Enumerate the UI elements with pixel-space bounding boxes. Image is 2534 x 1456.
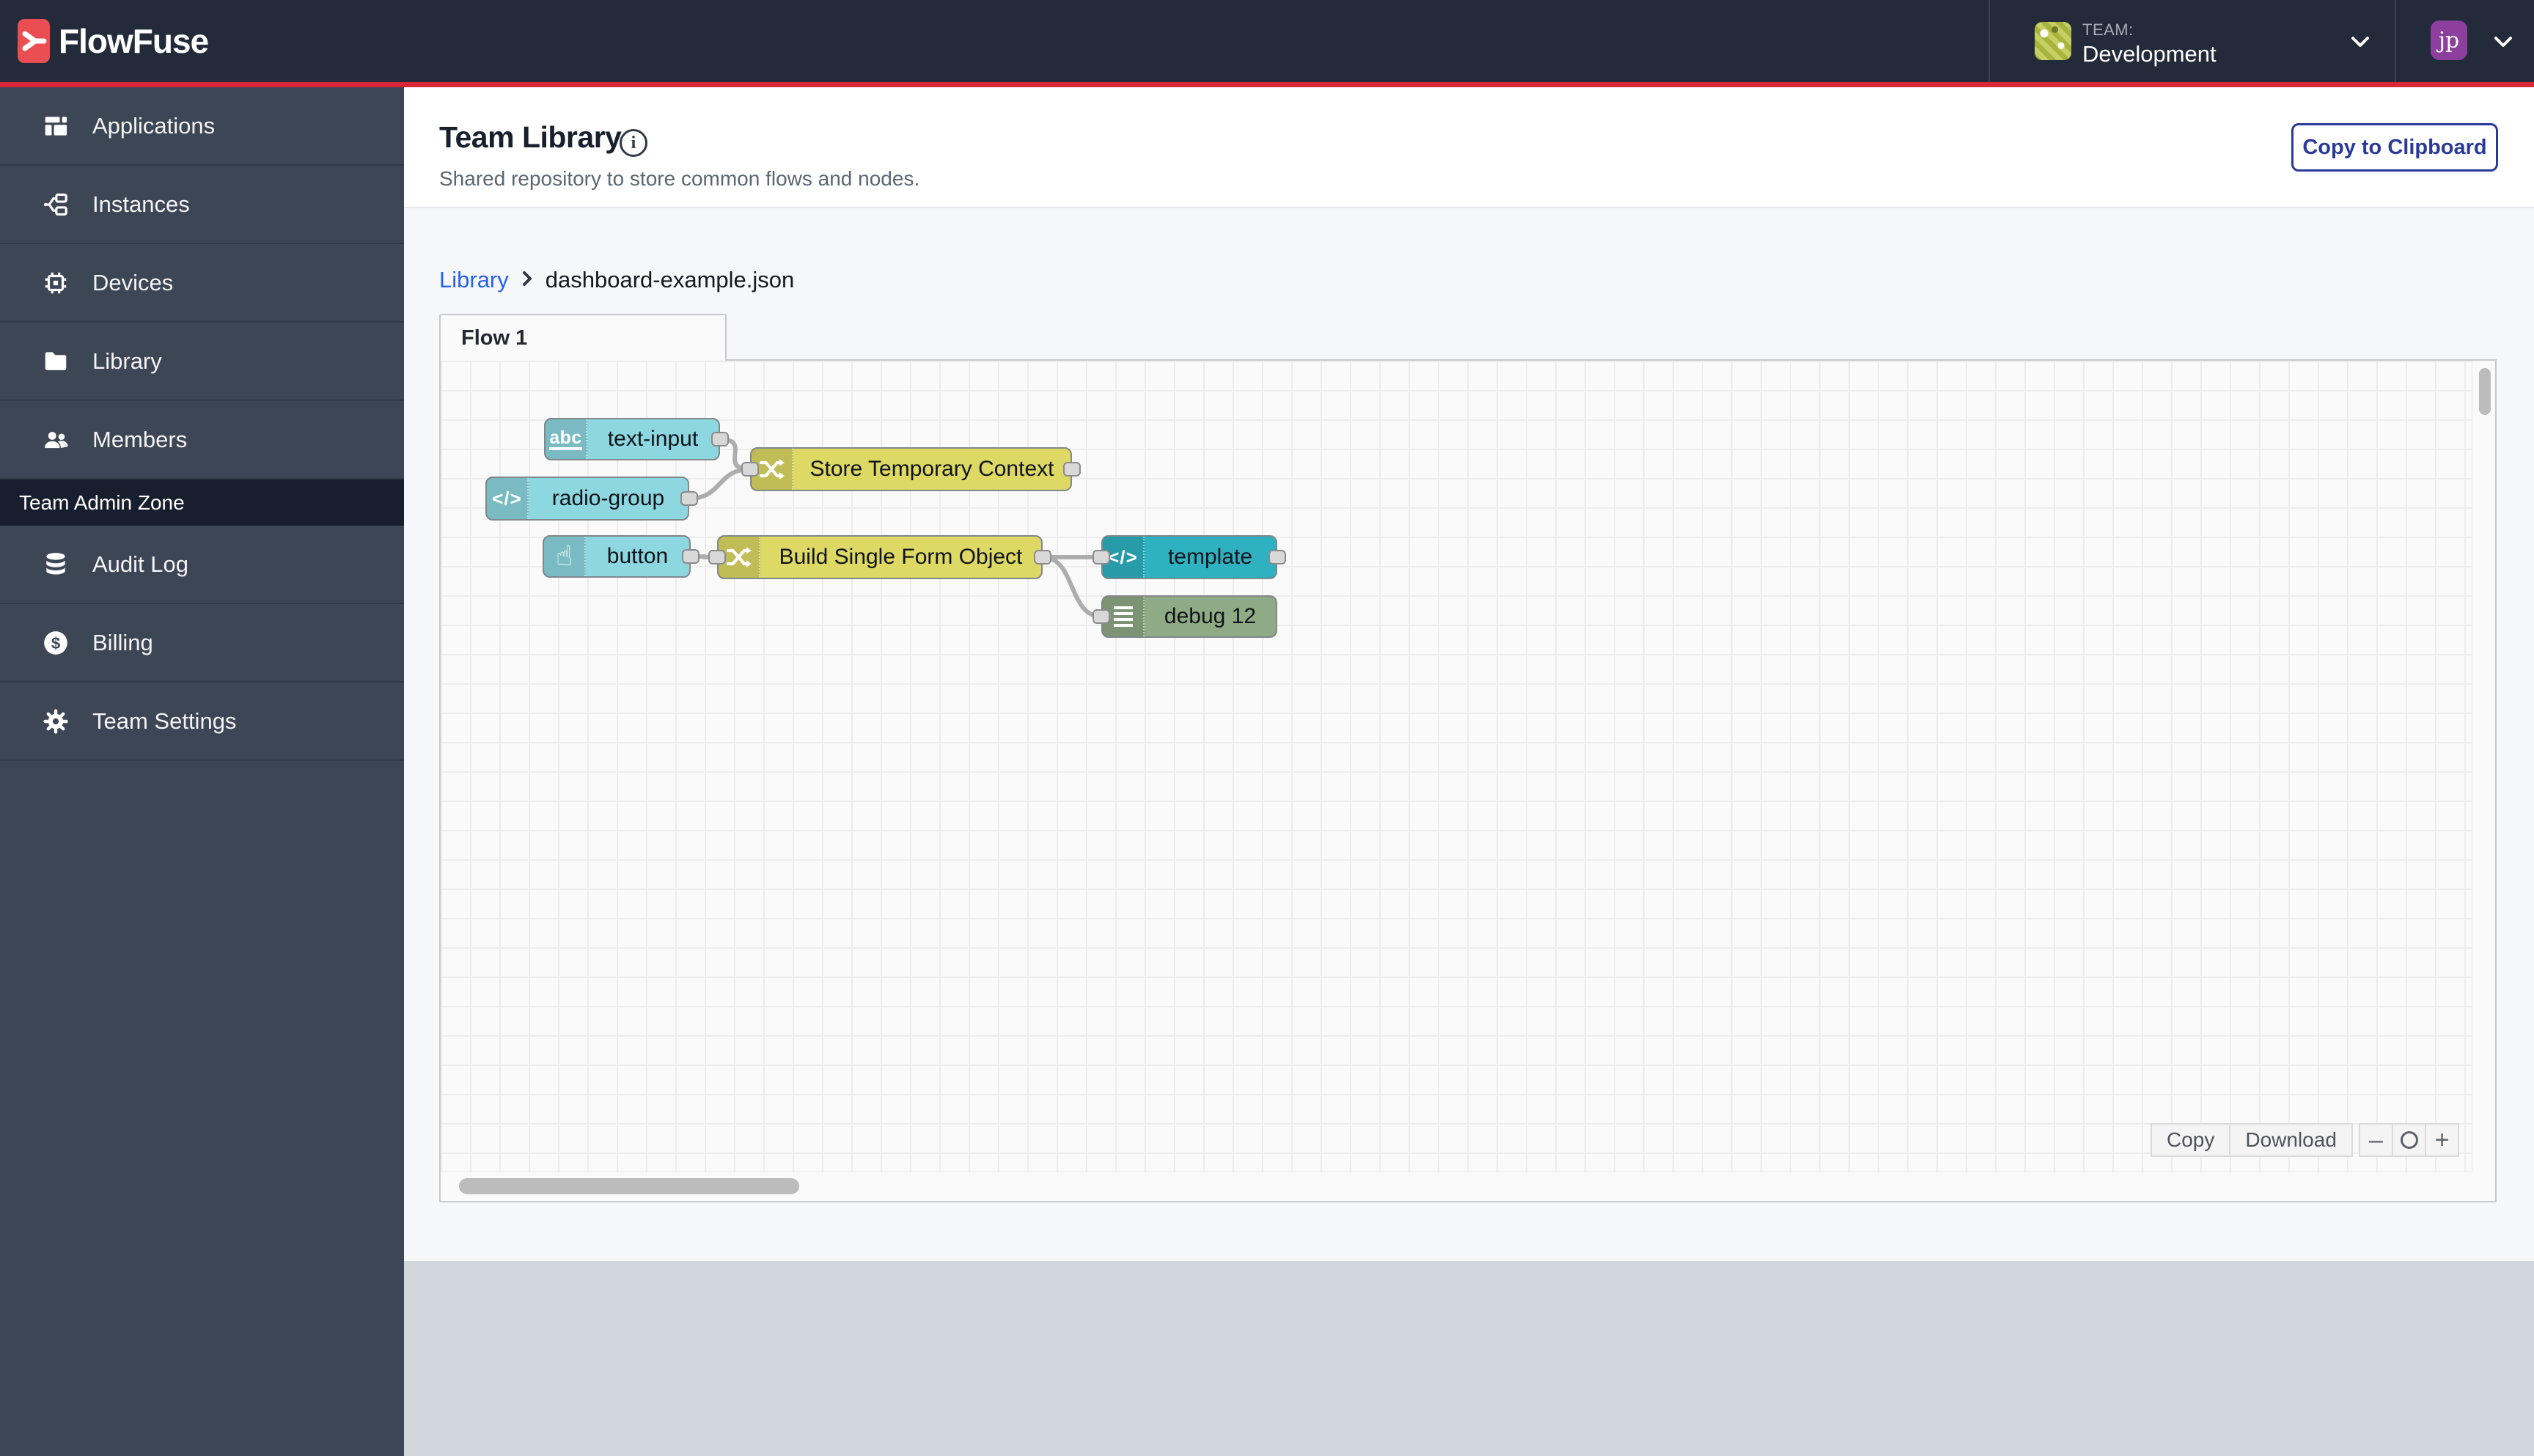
audit-log-icon: [41, 550, 70, 579]
members-icon: [41, 425, 70, 455]
node-port-out: [711, 432, 729, 446]
node-port-in: [708, 550, 726, 565]
zoom-reset-button[interactable]: [2392, 1123, 2426, 1157]
flow-node-build-single-form-object[interactable]: Build Single Form Object: [708, 535, 1051, 579]
scrollbar-corner: [2472, 1172, 2495, 1201]
team-name: Development: [2082, 41, 2217, 67]
flow-node-label: template: [1167, 545, 1253, 569]
node-port-out: [682, 549, 699, 564]
page: FlowFuse TEAM: Development jp Applicatio…: [0, 0, 2534, 1456]
sidebar-item-label: Devices: [92, 269, 174, 295]
page-subtitle: Shared repository to store common flows …: [439, 167, 920, 190]
tab-flow-1[interactable]: Flow 1: [439, 314, 727, 361]
page-title: Team Library: [439, 120, 622, 154]
user-menu[interactable]: jp: [2395, 0, 2534, 82]
chevron-down-icon: [2350, 35, 2370, 52]
horizontal-scrollbar-thumb[interactable]: [459, 1178, 799, 1194]
flow-node-label: radio-group: [551, 486, 665, 510]
billing-icon: $: [41, 628, 70, 658]
sidebar-admin-items: Audit Log $ Billing Team Settings: [0, 526, 404, 761]
node-port-out: [680, 491, 698, 506]
flow-canvas[interactable]: abc text-input </> radio-group Store Tempora…: [439, 359, 2497, 1202]
pointer-icon: ☝: [544, 537, 586, 576]
zoom-in-button[interactable]: +: [2425, 1123, 2459, 1157]
svg-text:$: $: [51, 634, 61, 652]
canvas-zoom-controls: – +: [2359, 1123, 2459, 1157]
sidebar-item-instances[interactable]: Instances: [0, 166, 404, 244]
flow-node-label: debug 12: [1164, 604, 1257, 628]
canvas-action-buttons: Copy Download: [2151, 1123, 2353, 1157]
node-port-out: [1034, 550, 1051, 565]
settings-icon: [41, 707, 70, 736]
breadcrumb-library-link[interactable]: Library: [439, 267, 509, 293]
top-header: FlowFuse TEAM: Development jp: [0, 0, 2534, 87]
flowfuse-logo-icon: [18, 19, 50, 63]
team-avatar: [2035, 22, 2071, 60]
node-port-in: [1092, 550, 1110, 565]
flow-node-label: text-input: [607, 427, 699, 451]
zoom-out-button[interactable]: –: [2359, 1123, 2393, 1157]
code-icon: </>: [487, 478, 529, 519]
flow-wires: [687, 437, 1103, 619]
devices-icon: [41, 268, 70, 298]
sidebar-item-label: Instances: [92, 191, 190, 217]
team-admin-zone-label: Team Admin Zone: [0, 479, 404, 526]
flow-node-label: Build Single Form Object: [779, 545, 1023, 569]
sidebar-item-label: Applications: [92, 112, 216, 139]
brand-name: FlowFuse: [59, 22, 209, 60]
user-avatar: jp: [2431, 21, 2467, 60]
title-divider: [404, 207, 2534, 208]
instances-icon: [41, 190, 70, 219]
flow-node-store-temporary-context[interactable]: Store Temporary Context: [741, 447, 1081, 491]
team-selector[interactable]: TEAM: Development: [2013, 0, 2394, 82]
sidebar-item-label: Billing: [92, 629, 153, 655]
sidebar-item-label: Team Settings: [92, 707, 237, 734]
sidebar-item-applications[interactable]: Applications: [0, 87, 404, 166]
sidebar-item-label: Library: [92, 348, 162, 374]
flow-node-label: Store Temporary Context: [809, 457, 1054, 481]
sidebar-item-label: Audit Log: [92, 551, 188, 577]
breadcrumb-current-file: dashboard-example.json: [545, 267, 795, 293]
header-divider: [1988, 0, 1990, 82]
node-port-out: [1268, 550, 1286, 565]
node-port-in: [1092, 609, 1110, 624]
flowfuse-logo[interactable]: FlowFuse: [18, 19, 209, 63]
flow-node-button[interactable]: ☝ button: [543, 535, 699, 578]
flow-node-label: button: [606, 544, 669, 568]
info-icon[interactable]: i: [620, 129, 647, 157]
breadcrumb: Library dashboard-example.json: [439, 267, 794, 293]
flow-node-radio-group[interactable]: </> radio-group: [485, 477, 698, 521]
sidebar-main-items: Applications Instances Devices Library Membe…: [0, 87, 404, 479]
flow-node-template[interactable]: </> template: [1092, 535, 1286, 579]
sidebar-item-library[interactable]: Library: [0, 323, 404, 401]
abc-icon: abc: [546, 419, 587, 459]
node-port-out: [1063, 462, 1081, 477]
sidebar-item-label: Members: [92, 426, 188, 452]
library-icon: [41, 347, 70, 376]
flow-node-debug-12[interactable]: debug 12: [1092, 595, 1277, 638]
sidebar-nav: Applications Instances Devices Library Membe…: [0, 87, 404, 1456]
flow-node-text-input[interactable]: abc text-input: [544, 418, 729, 460]
sidebar-item-billing[interactable]: $ Billing: [0, 604, 404, 683]
canvas-download-button[interactable]: Download: [2229, 1123, 2353, 1157]
chevron-right-icon: [521, 269, 534, 292]
sidebar-item-team-settings[interactable]: Team Settings: [0, 683, 404, 761]
copy-to-clipboard-button[interactable]: Copy to Clipboard: [2291, 123, 2498, 172]
sidebar-item-members[interactable]: Members: [0, 401, 404, 479]
team-label: TEAM:: [2082, 21, 2134, 39]
zoom-reset-icon: [2400, 1131, 2418, 1149]
node-port-in: [741, 462, 759, 477]
canvas-copy-button[interactable]: Copy: [2151, 1123, 2231, 1157]
vertical-scrollbar-thumb[interactable]: [2479, 368, 2491, 415]
sidebar-item-audit-log[interactable]: Audit Log: [0, 526, 404, 604]
applications-icon: [41, 111, 70, 141]
chevron-down-icon: [2493, 35, 2513, 52]
sidebar-item-devices[interactable]: Devices: [0, 244, 404, 323]
footer-area: [404, 1261, 2534, 1456]
horizontal-scrollbar-track[interactable]: [441, 1172, 2472, 1201]
vertical-scrollbar-track[interactable]: [2472, 361, 2495, 1172]
